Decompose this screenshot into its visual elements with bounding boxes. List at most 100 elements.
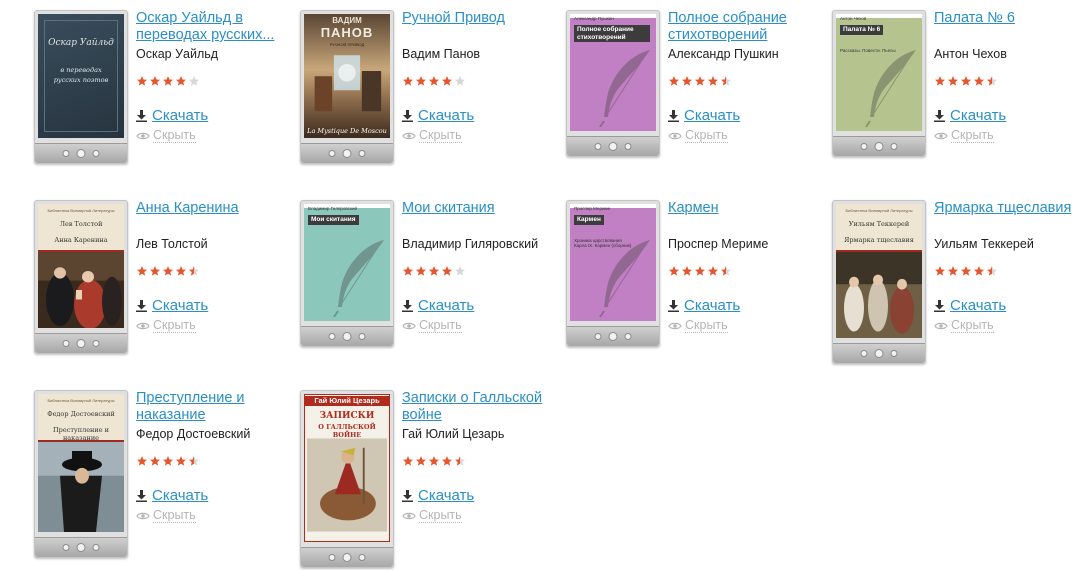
prev-dot-icon[interactable] [62, 340, 70, 347]
book-title-link[interactable]: Оскар Уайльд в переводах русских... [136, 10, 276, 44]
hide-link[interactable]: Скрыть [668, 319, 728, 333]
star-half-icon [987, 76, 997, 86]
zoom-dot-icon[interactable] [608, 142, 618, 151]
hide-label: Скрыть [419, 508, 462, 523]
book-cover-frame[interactable]: Библиотека Всемирной Литературы Лев Толс… [34, 200, 128, 354]
book-cover-frame[interactable]: Проспер Мериме Кармен Хроника царствован… [566, 200, 660, 347]
book-cover-frame[interactable]: Гай Юлий Цезарь ЗАПИСКИ О ГАЛЛЬСКОЙ ВОЙН… [300, 390, 394, 568]
cover-painting [307, 438, 387, 532]
zoom-dot-icon[interactable] [76, 149, 86, 158]
download-link[interactable]: Скачать [934, 297, 1006, 314]
book-cover-frame[interactable]: Александр Пушкин Полное собрание стихотв… [566, 10, 660, 157]
book-cover[interactable]: Владимир Гиляровский Мои скитания [304, 204, 390, 321]
zoom-dot-icon[interactable] [342, 332, 352, 341]
book-cover[interactable]: Проспер Мериме Кармен Хроника царствован… [570, 204, 656, 321]
book-cover[interactable]: Гай Юлий Цезарь ЗАПИСКИ О ГАЛЛЬСКОЙ ВОЙН… [304, 394, 390, 542]
book-cover[interactable]: Александр Пушкин Полное собрание стихотв… [570, 14, 656, 131]
hide-link[interactable]: Скрыть [934, 319, 994, 333]
prev-dot-icon[interactable] [62, 544, 70, 551]
star-icon [429, 456, 439, 466]
prev-dot-icon[interactable] [328, 150, 336, 157]
zoom-dot-icon[interactable] [874, 349, 884, 358]
download-link[interactable]: Скачать [402, 107, 474, 124]
download-link[interactable]: Скачать [136, 107, 208, 124]
prev-dot-icon[interactable] [860, 143, 868, 150]
zoom-dot-icon[interactable] [342, 149, 352, 158]
download-link[interactable]: Скачать [668, 107, 740, 124]
zoom-dot-icon[interactable] [608, 332, 618, 341]
prev-dot-icon[interactable] [328, 554, 336, 561]
book-cover[interactable]: Антон Чехов Палата № 6 Рассказы. Повести… [836, 14, 922, 131]
zoom-dot-icon[interactable] [76, 339, 86, 348]
hide-label: Скрыть [685, 128, 728, 143]
book-cover[interactable]: Оскар Уайльд в переводах русских поэтов [38, 14, 124, 138]
hide-label: Скрыть [951, 318, 994, 333]
book-title-link[interactable]: Записки о Галльской войне [402, 390, 562, 424]
download-link[interactable]: Скачать [934, 107, 1006, 124]
star-icon [708, 76, 718, 86]
next-dot-icon[interactable] [890, 350, 898, 357]
next-dot-icon[interactable] [624, 143, 632, 150]
book-cover-frame[interactable]: Владимир Гиляровский Мои скитания [300, 200, 394, 347]
cover-toolbar [301, 547, 393, 567]
cover-caesar: Гай Юлий Цезарь ЗАПИСКИ О ГАЛЛЬСКОЙ ВОЙН… [304, 394, 390, 542]
book-title-link[interactable]: Полное собрание стихотворений [668, 10, 828, 44]
star-icon [163, 456, 173, 466]
download-link[interactable]: Скачать [402, 487, 474, 504]
download-link[interactable]: Скачать [402, 297, 474, 314]
book-title-link[interactable]: Палата № 6 [934, 10, 1076, 27]
book-cover[interactable]: ВАДИМ ПАНОВ РУЧНОЙ ПРИВОД La Mystique De… [304, 14, 390, 138]
zoom-dot-icon[interactable] [342, 553, 352, 562]
book-cover[interactable]: Библиотека Всемирной Литературы Федор До… [38, 394, 124, 532]
star-icon [948, 266, 958, 276]
book-cover-frame[interactable]: Библиотека Всемирной Литературы Уильям Т… [832, 200, 926, 364]
book-title-link[interactable]: Анна Каренина [136, 200, 296, 217]
next-dot-icon[interactable] [92, 340, 100, 347]
download-link[interactable]: Скачать [136, 487, 208, 504]
next-dot-icon[interactable] [890, 143, 898, 150]
hide-link[interactable]: Скрыть [136, 129, 196, 143]
book-card: Александр Пушкин Полное собрание стихотв… [566, 10, 832, 190]
hide-link[interactable]: Скрыть [668, 129, 728, 143]
zoom-dot-icon[interactable] [874, 142, 884, 151]
prev-dot-icon[interactable] [328, 333, 336, 340]
hide-link[interactable]: Скрыть [402, 509, 462, 523]
book-title-link[interactable]: Мои скитания [402, 200, 562, 217]
book-title-link[interactable]: Кармен [668, 200, 828, 217]
hide-link[interactable]: Скрыть [934, 129, 994, 143]
hide-label: Скрыть [419, 318, 462, 333]
prev-dot-icon[interactable] [594, 333, 602, 340]
next-dot-icon[interactable] [358, 333, 366, 340]
book-title-link[interactable]: Ярмарка тщеславия [934, 200, 1076, 217]
book-cover[interactable]: Библиотека Всемирной Литературы Лев Толс… [38, 204, 124, 328]
star-icon [442, 266, 452, 276]
next-dot-icon[interactable] [624, 333, 632, 340]
hide-link[interactable]: Скрыть [402, 129, 462, 143]
book-title-link[interactable]: Ручной Привод [402, 10, 562, 27]
book-cover[interactable]: Библиотека Всемирной Литературы Уильям Т… [836, 204, 922, 338]
hide-link[interactable]: Скрыть [136, 319, 196, 333]
prev-dot-icon[interactable] [594, 143, 602, 150]
eye-icon [934, 132, 948, 140]
download-link[interactable]: Скачать [136, 297, 208, 314]
next-dot-icon[interactable] [358, 554, 366, 561]
prev-dot-icon[interactable] [62, 150, 70, 157]
book-card: Гай Юлий Цезарь ЗАПИСКИ О ГАЛЛЬСКОЙ ВОЙН… [300, 390, 566, 570]
next-dot-icon[interactable] [92, 150, 100, 157]
star-empty-icon [455, 76, 465, 86]
rating-stars [136, 74, 201, 86]
zoom-dot-icon[interactable] [76, 543, 86, 552]
book-cover-frame[interactable]: Антон Чехов Палата № 6 Рассказы. Повести… [832, 10, 926, 157]
prev-dot-icon[interactable] [860, 350, 868, 357]
next-dot-icon[interactable] [92, 544, 100, 551]
hide-link[interactable]: Скрыть [136, 509, 196, 523]
book-cover-frame[interactable]: Библиотека Всемирной Литературы Федор До… [34, 390, 128, 558]
eye-icon [402, 322, 416, 330]
hide-link[interactable]: Скрыть [402, 319, 462, 333]
book-cover-frame[interactable]: ВАДИМ ПАНОВ РУЧНОЙ ПРИВОД La Mystique De… [300, 10, 394, 164]
download-link[interactable]: Скачать [668, 297, 740, 314]
book-title-link[interactable]: Преступление и наказание [136, 390, 296, 424]
next-dot-icon[interactable] [358, 150, 366, 157]
book-cover-frame[interactable]: Оскар Уайльд в переводах русских поэтов [34, 10, 128, 164]
cover-painting [314, 55, 382, 112]
